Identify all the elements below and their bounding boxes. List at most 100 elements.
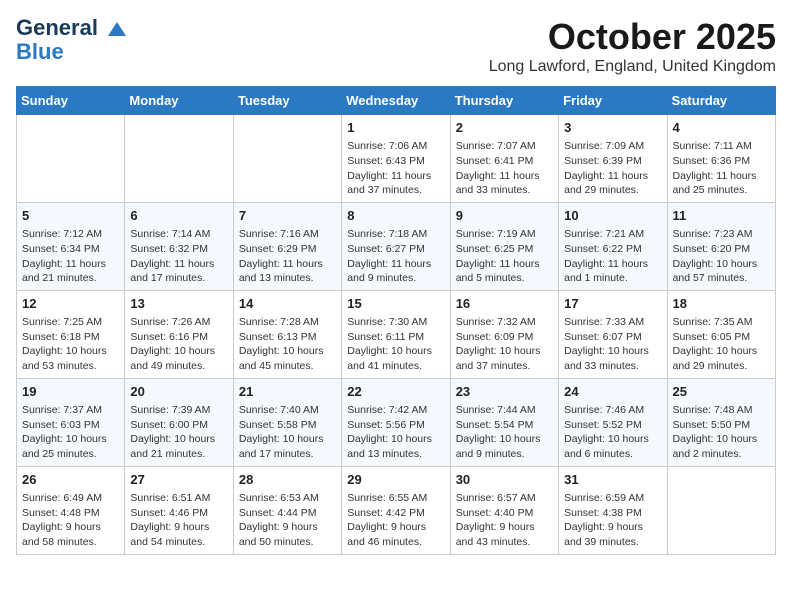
day-cell: 28 Sunrise: 6:53 AM Sunset: 4:44 PM Dayli… <box>233 466 341 554</box>
day-cell: 9 Sunrise: 7:19 AM Sunset: 6:25 PM Daylig… <box>450 202 558 290</box>
day-number: 5 <box>22 207 119 225</box>
day-cell: 4Sunrise: 7:11 AM Sunset: 6:36 PM Daylig… <box>667 115 775 203</box>
day-header-monday: Monday <box>125 87 233 115</box>
day-info: Sunrise: 7:26 AM Sunset: 6:16 PM Dayligh… <box>130 315 227 374</box>
day-number: 12 <box>22 295 119 313</box>
day-cell: 2Sunrise: 7:07 AM Sunset: 6:41 PM Daylig… <box>450 115 558 203</box>
day-header-tuesday: Tuesday <box>233 87 341 115</box>
day-cell: 18 Sunrise: 7:35 AM Sunset: 6:05 PM Dayli… <box>667 290 775 378</box>
day-cell <box>17 115 125 203</box>
day-info: Sunrise: 7:33 AM Sunset: 6:07 PM Dayligh… <box>564 315 661 374</box>
day-header-thursday: Thursday <box>450 87 558 115</box>
day-info: Sunrise: 7:35 AM Sunset: 6:05 PM Dayligh… <box>673 315 770 374</box>
day-cell: 27Sunrise: 6:51 AM Sunset: 4:46 PM Dayli… <box>125 466 233 554</box>
day-number: 22 <box>347 383 444 401</box>
day-cell <box>125 115 233 203</box>
day-cell: 12 Sunrise: 7:25 AM Sunset: 6:18 PM Dayli… <box>17 290 125 378</box>
day-info: Sunrise: 6:53 AM Sunset: 4:44 PM Dayligh… <box>239 491 336 550</box>
day-cell: 7Sunrise: 7:16 AM Sunset: 6:29 PM Daylig… <box>233 202 341 290</box>
day-info: Sunrise: 7:37 AM Sunset: 6:03 PM Dayligh… <box>22 403 119 462</box>
day-info: Sunrise: 7:46 AM Sunset: 5:52 PM Dayligh… <box>564 403 661 462</box>
day-number: 28 <box>239 471 336 489</box>
day-number: 20 <box>130 383 227 401</box>
week-row-3: 12 Sunrise: 7:25 AM Sunset: 6:18 PM Dayli… <box>17 290 776 378</box>
day-number: 24 <box>564 383 661 401</box>
day-cell: 20Sunrise: 7:39 AM Sunset: 6:00 PM Dayli… <box>125 378 233 466</box>
day-cell: 16 Sunrise: 7:32 AM Sunset: 6:09 PM Dayli… <box>450 290 558 378</box>
day-cell: 8Sunrise: 7:18 AM Sunset: 6:27 PM Daylig… <box>342 202 450 290</box>
day-number: 17 <box>564 295 661 313</box>
day-cell: 26Sunrise: 6:49 AM Sunset: 4:48 PM Dayli… <box>17 466 125 554</box>
day-info: Sunrise: 7:16 AM Sunset: 6:29 PM Dayligh… <box>239 227 336 286</box>
day-cell: 31 Sunrise: 6:59 AM Sunset: 4:38 PM Dayli… <box>559 466 667 554</box>
page-header: General Blue October 2025 Long Lawford, … <box>16 16 776 76</box>
day-cell: 25 Sunrise: 7:48 AM Sunset: 5:50 PM Dayli… <box>667 378 775 466</box>
day-number: 31 <box>564 471 661 489</box>
day-info: Sunrise: 7:40 AM Sunset: 5:58 PM Dayligh… <box>239 403 336 462</box>
day-number: 16 <box>456 295 553 313</box>
day-cell: 30Sunrise: 6:57 AM Sunset: 4:40 PM Dayli… <box>450 466 558 554</box>
day-number: 9 <box>456 207 553 225</box>
day-cell <box>667 466 775 554</box>
day-info: Sunrise: 7:09 AM Sunset: 6:39 PM Dayligh… <box>564 139 661 198</box>
day-cell: 15 Sunrise: 7:30 AM Sunset: 6:11 PM Dayli… <box>342 290 450 378</box>
day-info: Sunrise: 7:14 AM Sunset: 6:32 PM Dayligh… <box>130 227 227 286</box>
day-info: Sunrise: 7:19 AM Sunset: 6:25 PM Dayligh… <box>456 227 553 286</box>
day-info: Sunrise: 7:12 AM Sunset: 6:34 PM Dayligh… <box>22 227 119 286</box>
logo: General Blue <box>16 16 128 64</box>
day-number: 11 <box>673 207 770 225</box>
day-header-sunday: Sunday <box>17 87 125 115</box>
day-cell <box>233 115 341 203</box>
location-subtitle: Long Lawford, England, United Kingdom <box>489 58 776 76</box>
day-info: Sunrise: 7:21 AM Sunset: 6:22 PM Dayligh… <box>564 227 661 286</box>
day-number: 18 <box>673 295 770 313</box>
day-number: 15 <box>347 295 444 313</box>
day-info: Sunrise: 7:32 AM Sunset: 6:09 PM Dayligh… <box>456 315 553 374</box>
calendar-table: SundayMondayTuesdayWednesdayThursdayFrid… <box>16 86 776 555</box>
day-info: Sunrise: 7:44 AM Sunset: 5:54 PM Dayligh… <box>456 403 553 462</box>
day-cell: 19 Sunrise: 7:37 AM Sunset: 6:03 PM Dayli… <box>17 378 125 466</box>
day-info: Sunrise: 6:57 AM Sunset: 4:40 PM Dayligh… <box>456 491 553 550</box>
day-number: 19 <box>22 383 119 401</box>
day-info: Sunrise: 7:48 AM Sunset: 5:50 PM Dayligh… <box>673 403 770 462</box>
day-number: 2 <box>456 119 553 137</box>
day-info: Sunrise: 7:11 AM Sunset: 6:36 PM Dayligh… <box>673 139 770 198</box>
day-cell: 23 Sunrise: 7:44 AM Sunset: 5:54 PM Dayli… <box>450 378 558 466</box>
day-number: 13 <box>130 295 227 313</box>
day-info: Sunrise: 6:59 AM Sunset: 4:38 PM Dayligh… <box>564 491 661 550</box>
day-cell: 22Sunrise: 7:42 AM Sunset: 5:56 PM Dayli… <box>342 378 450 466</box>
logo-icon <box>106 18 128 40</box>
day-info: Sunrise: 7:30 AM Sunset: 6:11 PM Dayligh… <box>347 315 444 374</box>
day-info: Sunrise: 7:06 AM Sunset: 6:43 PM Dayligh… <box>347 139 444 198</box>
day-number: 21 <box>239 383 336 401</box>
day-cell: 17 Sunrise: 7:33 AM Sunset: 6:07 PM Dayli… <box>559 290 667 378</box>
day-header-friday: Friday <box>559 87 667 115</box>
month-title: October 2025 <box>489 16 776 58</box>
week-row-2: 5 Sunrise: 7:12 AM Sunset: 6:34 PM Daylig… <box>17 202 776 290</box>
day-cell: 13 Sunrise: 7:26 AM Sunset: 6:16 PM Dayli… <box>125 290 233 378</box>
day-number: 26 <box>22 471 119 489</box>
day-cell: 21 Sunrise: 7:40 AM Sunset: 5:58 PM Dayli… <box>233 378 341 466</box>
day-number: 25 <box>673 383 770 401</box>
day-number: 1 <box>347 119 444 137</box>
day-number: 10 <box>564 207 661 225</box>
day-cell: 29Sunrise: 6:55 AM Sunset: 4:42 PM Dayli… <box>342 466 450 554</box>
day-number: 29 <box>347 471 444 489</box>
logo-blue: Blue <box>16 40 128 64</box>
day-number: 8 <box>347 207 444 225</box>
day-info: Sunrise: 7:28 AM Sunset: 6:13 PM Dayligh… <box>239 315 336 374</box>
day-number: 27 <box>130 471 227 489</box>
day-cell: 11Sunrise: 7:23 AM Sunset: 6:20 PM Dayli… <box>667 202 775 290</box>
day-header-saturday: Saturday <box>667 87 775 115</box>
day-info: Sunrise: 7:25 AM Sunset: 6:18 PM Dayligh… <box>22 315 119 374</box>
day-cell: 6Sunrise: 7:14 AM Sunset: 6:32 PM Daylig… <box>125 202 233 290</box>
day-number: 14 <box>239 295 336 313</box>
day-cell: 5 Sunrise: 7:12 AM Sunset: 6:34 PM Daylig… <box>17 202 125 290</box>
day-cell: 1 Sunrise: 7:06 AM Sunset: 6:43 PM Daylig… <box>342 115 450 203</box>
week-row-4: 19 Sunrise: 7:37 AM Sunset: 6:03 PM Dayli… <box>17 378 776 466</box>
day-cell: 14 Sunrise: 7:28 AM Sunset: 6:13 PM Dayli… <box>233 290 341 378</box>
day-cell: 3Sunrise: 7:09 AM Sunset: 6:39 PM Daylig… <box>559 115 667 203</box>
day-number: 23 <box>456 383 553 401</box>
calendar-header-row: SundayMondayTuesdayWednesdayThursdayFrid… <box>17 87 776 115</box>
week-row-1: 1 Sunrise: 7:06 AM Sunset: 6:43 PM Daylig… <box>17 115 776 203</box>
